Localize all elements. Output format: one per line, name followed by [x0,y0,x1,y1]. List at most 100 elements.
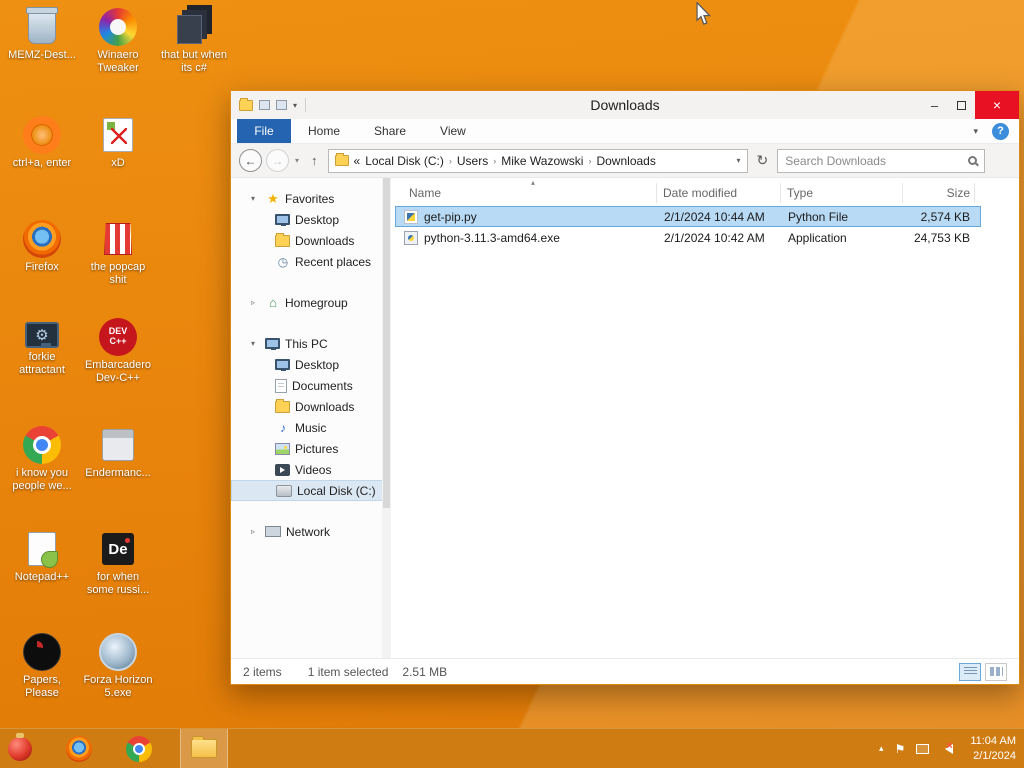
refresh-button[interactable]: ↻ [757,152,769,169]
nav-scrollbar[interactable] [382,178,391,658]
breadcrumb[interactable]: « Local Disk (C:) › Users › Mike Wazowsk… [327,148,748,173]
title-bar[interactable]: ▾ Downloads – × [231,91,1019,119]
taskbar-clock[interactable]: 11:04 AM 2/1/2024 [970,734,1016,763]
column-header-type[interactable]: Type [781,183,903,203]
desktop-icon-firefox[interactable]: Firefox [6,220,78,274]
desktop-icon-forkie[interactable]: forkie attractant [6,318,78,377]
tab-home[interactable]: Home [291,119,357,143]
action-center-icon[interactable]: ⚑ [895,742,906,756]
nav-pc-documents[interactable]: Documents [231,375,391,396]
desktop-icon-devcpp[interactable]: Embarcadero Dev-C++ [82,318,154,385]
close-button[interactable]: × [975,91,1019,119]
desktop-icon-label: Endermanc... [85,467,151,479]
file-row-get-pip[interactable]: get-pip.py 2/1/2024 10:44 AM Python File… [395,206,981,227]
forza-icon [99,633,137,671]
qat-new-folder-icon[interactable] [276,100,287,110]
nav-pc-pictures[interactable]: Pictures [231,438,391,459]
nav-pc-music[interactable]: ♪ Music [231,417,391,438]
tray-expand-icon[interactable]: ▴ [879,743,884,754]
nav-pc-desktop[interactable]: Desktop [231,354,391,375]
search-box [777,148,986,173]
minimize-button[interactable]: – [921,91,948,119]
details-view-button[interactable] [959,662,981,681]
nav-label: Downloads [295,399,355,414]
crumb-segment[interactable]: Users [457,154,488,168]
desktop-icon-winaero[interactable]: Winaero Tweaker [82,8,154,75]
desktop-icon-papers-please[interactable]: Papers, Please [6,633,78,700]
back-button[interactable]: ← [239,149,262,172]
crumb-overflow[interactable]: « [354,154,361,168]
expand-arrow-icon[interactable]: ▾ [251,339,265,348]
desktop-icon-label: the popcap shit [90,261,146,287]
nav-label: Desktop [295,212,340,227]
desktop-icon-popcap[interactable]: the popcap shit [82,220,154,287]
dev-cpp-icon [99,318,137,356]
nav-homegroup[interactable]: ▹ ⌂ Homegroup [231,292,391,313]
nav-this-pc[interactable]: ▾ This PC [231,333,391,354]
desktop-icon-ctrl-a[interactable]: ctrl+a, enter [6,116,78,170]
crumb-separator-icon: › [448,155,452,166]
file-row-python-installer[interactable]: python-3.11.3-amd64.exe 2/1/2024 10:42 A… [395,227,981,248]
column-header-date[interactable]: Date modified [657,183,781,203]
desktop-icon-forza[interactable]: Forza Horizon 5.exe [82,633,154,700]
explorer-window: ▾ Downloads – × File Home Share View ▾ ?… [230,90,1020,685]
search-icon[interactable] [968,156,978,165]
nav-favorites-recent-places[interactable]: ◷ Recent places [231,251,391,272]
search-input[interactable] [785,153,965,168]
qat-customize-icon[interactable]: ▾ [293,101,297,110]
videos-icon [275,463,290,476]
recent-locations-icon[interactable]: ▾ [295,156,299,165]
forward-button[interactable]: → [266,149,289,172]
taskbar-chrome-icon[interactable] [126,735,152,762]
crumb-segment[interactable]: Local Disk (C:) [365,154,444,168]
column-header-name[interactable]: Name [391,183,657,203]
nav-label: Local Disk (C:) [297,483,376,498]
taskbar-explorer-button[interactable] [180,728,228,768]
desktop-icon-notepadpp[interactable]: Notepad++ [6,530,78,584]
taskbar: ▴ ⚑ × 11:04 AM 2/1/2024 [0,728,1024,768]
file-name: get-pip.py [424,209,477,224]
crumb-segment[interactable]: Mike Wazowski [501,154,583,168]
expand-ribbon-icon[interactable]: ▾ [973,126,978,137]
desktop-icon-csharp[interactable]: that but when its c# [158,8,230,75]
crumb-segment[interactable]: Downloads [596,154,655,168]
nav-pc-local-disk[interactable]: Local Disk (C:) [231,480,391,501]
downloads-folder-icon [275,232,290,247]
file-date: 2/1/2024 10:42 AM [664,230,765,245]
recycle-bin-icon [26,7,58,44]
nav-favorites[interactable]: ▾ ★ Favorites [231,188,391,209]
taskbar-firefox-icon[interactable] [66,735,92,762]
help-button[interactable]: ? [992,122,1009,140]
nav-pc-videos[interactable]: Videos [231,459,391,480]
desktop-icon-xd[interactable]: xD [82,116,154,170]
collapse-arrow-icon[interactable]: ▹ [251,298,265,307]
tab-share[interactable]: Share [357,119,423,143]
tab-view[interactable]: View [423,119,483,143]
nav-pc-downloads[interactable]: Downloads [231,396,391,417]
address-dropdown-icon[interactable]: ▾ [737,156,741,165]
status-bar: 2 items 1 item selected 2.51 MB [231,658,1019,684]
thumbnails-view-button[interactable] [985,662,1007,681]
desktop-icon-label: MEMZ-Dest... [8,49,76,61]
desktop-icon-label: Papers, Please [23,674,61,700]
up-button[interactable]: ↑ [311,153,318,168]
collapse-arrow-icon[interactable]: ▹ [251,527,265,536]
scrollbar-thumb[interactable] [383,178,390,508]
desktop-icon-russian[interactable]: for when some russi... [82,530,154,597]
network-tray-icon[interactable] [916,743,930,754]
start-button[interactable] [8,732,32,761]
column-header-size[interactable]: Size [903,183,975,203]
stacked-windows-icon [175,8,213,46]
desktop-icon-enderman[interactable]: Endermanc... [82,426,154,480]
tab-file[interactable]: File [237,119,291,143]
nav-favorites-desktop[interactable]: Desktop [231,209,391,230]
desktop-icon-chrome[interactable]: i know you people we... [6,426,78,493]
nav-favorites-downloads[interactable]: Downloads [231,230,391,251]
start-orb-icon [8,732,32,761]
expand-arrow-icon[interactable]: ▾ [251,194,265,203]
qat-properties-icon[interactable] [259,100,270,110]
volume-icon[interactable]: × [940,740,954,754]
nav-network[interactable]: ▹ Network [231,521,391,542]
maximize-button[interactable] [948,91,975,119]
desktop-icon-memz[interactable]: MEMZ-Dest... [6,7,78,62]
